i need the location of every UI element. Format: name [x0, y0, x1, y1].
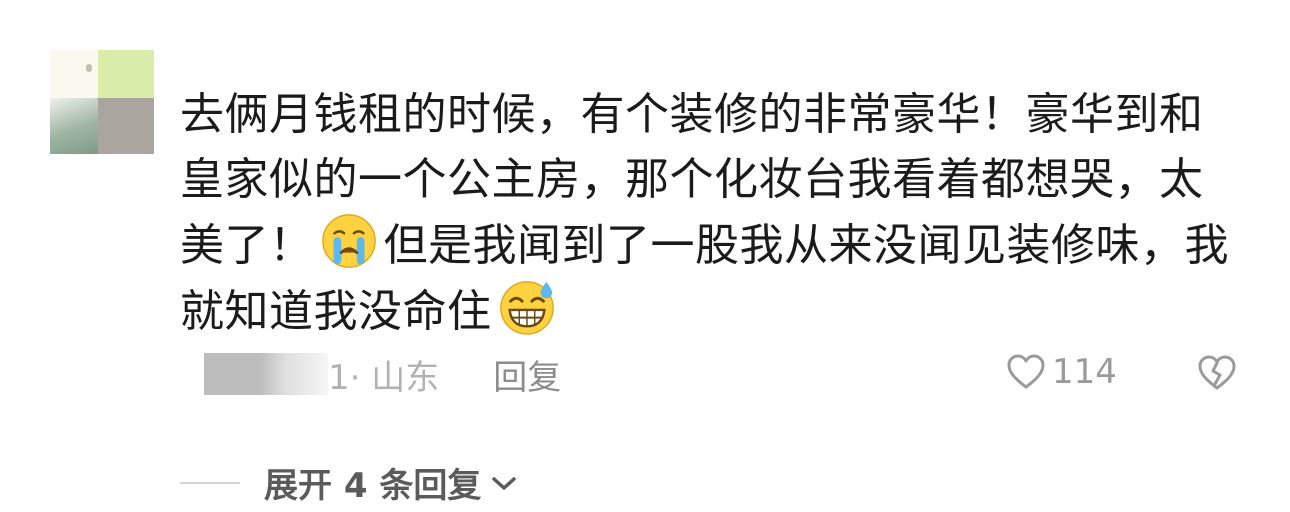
avatar-tile	[98, 98, 154, 154]
chevron-down-icon	[492, 476, 517, 490]
comment-location: 1· 山东	[328, 357, 440, 398]
broken-heart-icon	[1198, 355, 1236, 390]
like-count: 114	[1052, 352, 1117, 392]
expand-replies-label: 展开 4 条回复	[264, 466, 482, 506]
divider	[180, 481, 240, 484]
reply-button[interactable]: 回复	[493, 350, 561, 399]
comment-meta: 1· 山东 回复	[204, 350, 561, 399]
grin-sweat-emoji-icon	[499, 281, 554, 335]
like-button[interactable]: 114	[1006, 352, 1117, 392]
avatar[interactable]	[50, 50, 154, 154]
expand-replies[interactable]: 展开 4 条回复	[180, 458, 519, 507]
heart-outline-icon	[1007, 354, 1045, 389]
dislike-button[interactable]	[1196, 354, 1238, 396]
crying-emoji-icon	[321, 214, 376, 268]
avatar-tile	[50, 98, 98, 154]
avatar-tile	[98, 50, 154, 98]
avatar-tile	[50, 50, 98, 98]
username-redacted[interactable]	[204, 353, 328, 395]
comment-text: 去俩月钱租的时候，有个装修的非常豪华！豪华到和皇家似的一个公主房，那个化妆台我看…	[180, 82, 1240, 344]
